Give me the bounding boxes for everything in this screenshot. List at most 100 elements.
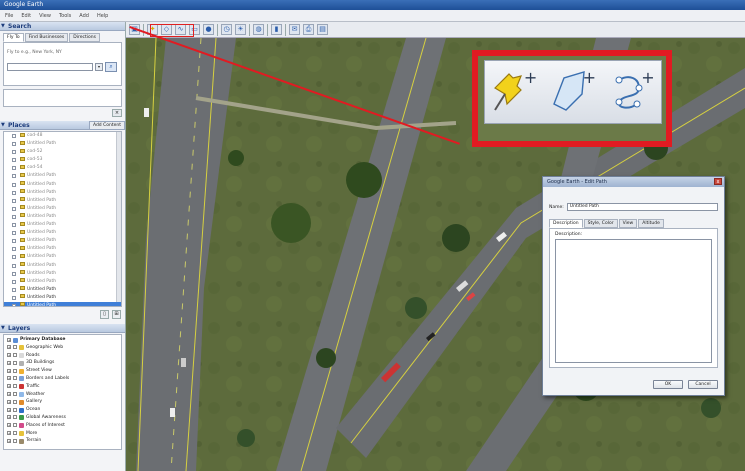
expand-icon[interactable]: +: [7, 438, 11, 443]
visibility-checkbox[interactable]: [12, 214, 16, 219]
dialog-tab-style-color[interactable]: Style, Color: [583, 219, 618, 228]
layer-checkbox[interactable]: [13, 415, 17, 420]
switch-planet-button[interactable]: ◍: [253, 24, 264, 35]
layer-item[interactable]: + Terrain: [4, 437, 121, 445]
places-item[interactable]: Untitled Path: [4, 270, 121, 278]
places-item[interactable]: cod-48: [4, 132, 121, 140]
expand-icon[interactable]: +: [7, 431, 11, 436]
ruler-button[interactable]: ▮: [271, 24, 282, 35]
search-input[interactable]: [7, 63, 93, 71]
layer-item[interactable]: + Global Awareness: [4, 414, 121, 422]
tab-find-businesses[interactable]: Find Businesses: [24, 33, 69, 42]
layer-item[interactable]: + Geographic Web: [4, 344, 121, 352]
visibility-checkbox[interactable]: [12, 231, 16, 236]
menu-add[interactable]: Add: [79, 13, 89, 19]
clear-search-button[interactable]: ×: [112, 109, 122, 117]
places-item[interactable]: Untitled Path: [4, 262, 121, 270]
layer-item[interactable]: + Weather: [4, 391, 121, 399]
add-content-button[interactable]: Add Content: [88, 121, 125, 130]
visibility-checkbox[interactable]: [12, 223, 16, 228]
layer-checkbox[interactable]: [13, 368, 17, 373]
visibility-checkbox[interactable]: [12, 142, 16, 147]
visibility-checkbox[interactable]: [12, 287, 16, 292]
visibility-checkbox[interactable]: [12, 263, 16, 268]
places-item[interactable]: cod-54: [4, 164, 121, 172]
visibility-checkbox[interactable]: [12, 134, 16, 138]
places-search-button[interactable]: ▯: [100, 310, 109, 319]
add-path-button-zoomed[interactable]: +: [605, 64, 659, 120]
layer-checkbox[interactable]: [13, 353, 17, 358]
view-in-maps-button[interactable]: ▤: [317, 24, 328, 35]
visibility-checkbox[interactable]: [12, 182, 16, 187]
visibility-checkbox[interactable]: [12, 198, 16, 203]
layer-item[interactable]: + Gallery: [4, 398, 121, 406]
layer-item[interactable]: + More: [4, 430, 121, 438]
places-item[interactable]: Untitled Path: [4, 205, 121, 213]
layers-panel-header[interactable]: Layers: [0, 324, 125, 333]
historical-imagery-button[interactable]: ◷: [221, 24, 232, 35]
name-field[interactable]: Untitled Path: [566, 203, 718, 211]
places-item[interactable]: cod-52: [4, 148, 121, 156]
layer-item[interactable]: + Traffic: [4, 383, 121, 391]
sunlight-button[interactable]: ☀: [235, 24, 246, 35]
layer-item[interactable]: + Places of Interest: [4, 422, 121, 430]
layer-item[interactable]: + Primary Database: [4, 336, 121, 344]
email-button[interactable]: ✉: [289, 24, 300, 35]
layer-checkbox[interactable]: [13, 407, 17, 412]
visibility-checkbox[interactable]: [12, 247, 16, 252]
expand-icon[interactable]: +: [7, 407, 11, 412]
menu-tools[interactable]: Tools: [59, 13, 71, 19]
expand-icon[interactable]: +: [7, 353, 11, 358]
menu-help[interactable]: Help: [97, 13, 108, 19]
search-history-dropdown[interactable]: ▾: [95, 63, 103, 71]
places-item[interactable]: Untitled Path: [4, 221, 121, 229]
layer-checkbox[interactable]: [13, 360, 17, 365]
places-item[interactable]: Untitled Path: [4, 253, 121, 261]
visibility-checkbox[interactable]: [12, 279, 16, 284]
menu-edit[interactable]: Edit: [21, 13, 31, 19]
close-button[interactable]: x: [714, 178, 722, 185]
places-item[interactable]: Untitled Path: [4, 197, 121, 205]
description-textarea[interactable]: [555, 239, 712, 363]
layer-checkbox[interactable]: [13, 392, 17, 397]
places-item[interactable]: Untitled Path: [4, 189, 121, 197]
layer-checkbox[interactable]: [13, 438, 17, 443]
expand-icon[interactable]: +: [7, 345, 11, 350]
layer-item[interactable]: + Street View: [4, 367, 121, 375]
dialog-tab-description[interactable]: Description: [549, 219, 583, 228]
expand-icon[interactable]: +: [7, 376, 11, 381]
expand-icon[interactable]: +: [7, 423, 11, 428]
visibility-checkbox[interactable]: [12, 295, 16, 300]
places-panel-header[interactable]: Places: [0, 121, 89, 130]
search-panel-header[interactable]: Search: [0, 22, 125, 31]
places-item[interactable]: Untitled Path: [4, 172, 121, 180]
visibility-checkbox[interactable]: [12, 158, 16, 163]
places-item[interactable]: Untitled Path: [4, 278, 121, 286]
places-item[interactable]: Untitled Path: [4, 294, 121, 302]
expand-icon[interactable]: +: [7, 392, 11, 397]
visibility-checkbox[interactable]: [12, 174, 16, 179]
places-item[interactable]: Untitled Path: [4, 229, 121, 237]
places-item[interactable]: cod-53: [4, 156, 121, 164]
visibility-checkbox[interactable]: [12, 190, 16, 195]
add-polygon-button-zoomed[interactable]: +: [546, 64, 600, 120]
layer-checkbox[interactable]: [13, 399, 17, 404]
layer-checkbox[interactable]: [13, 384, 17, 389]
tab-directions[interactable]: Directions: [69, 33, 100, 42]
places-item[interactable]: Untitled Path: [4, 213, 121, 221]
expand-icon[interactable]: +: [7, 360, 11, 365]
places-item[interactable]: Untitled Path: [4, 140, 121, 148]
places-item[interactable]: Untitled Path: [4, 286, 121, 294]
expand-icon[interactable]: +: [7, 399, 11, 404]
visibility-checkbox[interactable]: [12, 255, 16, 260]
places-item[interactable]: Untitled Path: [4, 181, 121, 189]
menu-file[interactable]: File: [5, 13, 13, 19]
visibility-checkbox[interactable]: [12, 166, 16, 171]
expand-icon[interactable]: +: [7, 368, 11, 373]
places-folder-button[interactable]: ⊞: [112, 310, 121, 319]
visibility-checkbox[interactable]: [12, 239, 16, 244]
search-button[interactable]: ⌕: [105, 62, 117, 72]
dialog-tab-altitude[interactable]: Altitude: [638, 219, 664, 228]
add-placemark-button-zoomed[interactable]: +: [487, 64, 541, 120]
tab-fly-to[interactable]: Fly To: [3, 33, 24, 42]
